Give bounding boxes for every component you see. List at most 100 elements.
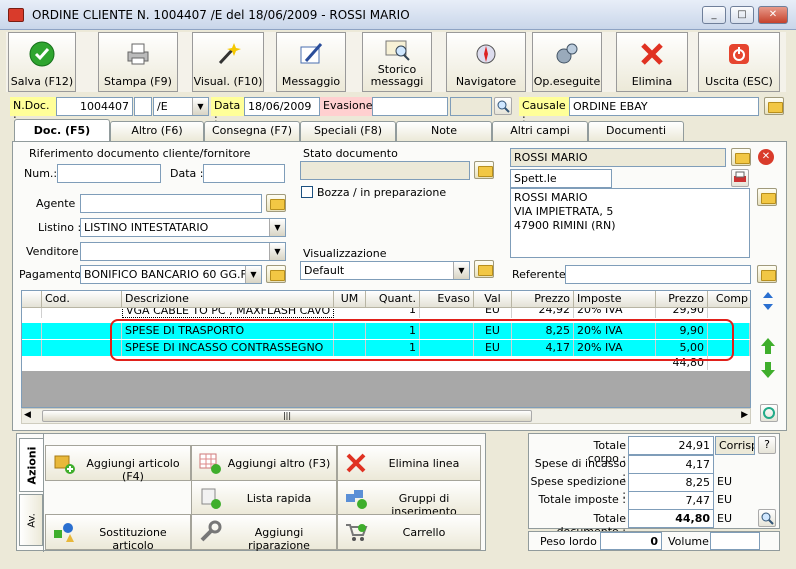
tab-altro[interactable]: Altro (F6) <box>110 121 204 141</box>
grid-header-comp[interactable]: Comp <box>708 291 750 308</box>
cart-button[interactable]: Carrello <box>337 514 481 550</box>
red-x-icon <box>346 453 366 473</box>
ndoc-extra-field[interactable] <box>134 97 152 116</box>
zoom-totals-button[interactable] <box>758 509 776 527</box>
evasione-field[interactable] <box>372 97 448 116</box>
client-clear-icon[interactable]: ✕ <box>758 149 774 165</box>
evasione-extra-field[interactable] <box>450 97 492 116</box>
grid-header-prezzo-ivato[interactable]: Prezzo <box>656 291 708 308</box>
window-title: ORDINE CLIENTE N. 1004407 /E del 18/06/2… <box>32 8 410 22</box>
insertion-groups-button[interactable]: Gruppi di inserimento <box>337 480 481 518</box>
peso-lordo-field[interactable]: 0 <box>600 532 662 550</box>
stato-folder-button[interactable] <box>474 161 494 179</box>
side-tab-av[interactable]: Av. <box>19 494 43 546</box>
grid-header-prezzo[interactable]: Prezzo <box>512 291 574 308</box>
pagamento-folder-button[interactable] <box>266 265 286 283</box>
scroll-thumb[interactable]: ||| <box>42 410 532 422</box>
referente-folder-button[interactable] <box>757 265 777 283</box>
side-tab-azioni[interactable]: Azioni <box>19 438 43 492</box>
grid-header-val[interactable]: Val <box>474 291 512 308</box>
data-label: Data : <box>211 97 244 125</box>
message-button[interactable]: Messaggio <box>276 32 346 92</box>
quick-list-button[interactable]: Lista rapida <box>191 480 337 516</box>
date-field[interactable]: 18/06/2009 <box>244 97 320 116</box>
visualizzazione-folder-button[interactable] <box>474 260 494 278</box>
chevron-down-icon: ▼ <box>269 219 285 236</box>
venditore-select[interactable]: ▼ <box>80 242 286 261</box>
grid-header-evaso[interactable]: Evaso <box>420 291 474 308</box>
delete-line-button[interactable]: Elimina linea <box>337 445 481 481</box>
print-address-button[interactable] <box>731 169 749 187</box>
maximize-button[interactable]: □ <box>730 6 754 24</box>
referente-label: Referente <box>512 268 566 281</box>
help-button[interactable]: ? <box>758 436 776 454</box>
move-up-button[interactable] <box>760 337 778 355</box>
save-button[interactable]: Salva (F12) <box>8 32 76 92</box>
spese-spedizione-field[interactable]: 8,25 <box>628 473 714 492</box>
client-folder-button[interactable] <box>731 148 751 166</box>
tab-consegna[interactable]: Consegna (F7) <box>204 121 300 141</box>
grid-header-quant[interactable]: Quant. <box>366 291 420 308</box>
title-bar: ORDINE CLIENTE N. 1004407 /E del 18/06/2… <box>0 0 796 30</box>
minimize-button[interactable]: _ <box>702 6 726 24</box>
spese-incasso-field[interactable]: 4,17 <box>628 455 714 474</box>
scroll-right-icon[interactable]: ▶ <box>741 410 748 420</box>
agente-folder-button[interactable] <box>266 194 286 212</box>
client-name-field[interactable]: ROSSI MARIO <box>510 148 726 167</box>
series-select[interactable]: /E ▼ <box>153 97 209 116</box>
referente-field[interactable] <box>565 265 751 284</box>
horizontal-scrollbar[interactable]: ◀ ||| ▶ <box>21 408 751 424</box>
address-folder-button[interactable] <box>757 188 777 206</box>
listino-select[interactable]: LISTINO INTESTATARIO ▼ <box>80 218 286 237</box>
evasione-label: Evasione: <box>320 97 376 116</box>
scroll-left-icon[interactable]: ◀ <box>24 410 31 420</box>
causale-field[interactable]: ORDINE EBAY <box>569 97 759 116</box>
visualizzazione-select[interactable]: Default ▼ <box>300 261 470 280</box>
operations-button[interactable]: Op.eseguite <box>532 32 602 92</box>
stato-field[interactable] <box>300 161 470 180</box>
totale-corpo-field[interactable]: 24,91 <box>628 436 714 455</box>
grid-header-um[interactable]: UM <box>334 291 366 308</box>
listino-label: Listino : <box>38 221 82 234</box>
pagamento-select[interactable]: BONIFICO BANCARIO 60 GG.FM ▼ <box>80 265 262 284</box>
add-repair-button[interactable]: Aggiungi riparazione <box>191 514 337 552</box>
wrench-icon <box>200 520 222 542</box>
tab-documenti[interactable]: Documenti <box>588 121 684 141</box>
totale-documento-field[interactable]: 44,80 <box>628 509 714 528</box>
tab-speciali[interactable]: Speciali (F8) <box>300 121 396 141</box>
zoom-icon <box>761 512 774 525</box>
print-button[interactable]: Stampa (F9) <box>98 32 178 92</box>
close-window-button[interactable]: ✕ <box>758 6 788 24</box>
grid-header-descrizione[interactable]: Descrizione <box>122 291 334 308</box>
exit-button[interactable]: Uscita (ESC) <box>698 32 780 92</box>
totale-imposte-field[interactable]: 7,47 <box>628 491 714 510</box>
spett-field[interactable]: Spett.le <box>510 169 612 188</box>
refresh-button[interactable] <box>760 404 778 422</box>
num-field[interactable] <box>57 164 161 183</box>
volume-field[interactable] <box>710 532 760 550</box>
bozza-checkbox[interactable] <box>301 186 313 198</box>
visual-button[interactable]: Visual. (F10) <box>192 32 264 92</box>
tab-doc[interactable]: Doc. (F5) <box>14 119 110 142</box>
zoom-button[interactable] <box>494 97 512 115</box>
replace-article-button[interactable]: Sostituzione articolo <box>45 514 191 552</box>
agente-field[interactable] <box>80 194 262 213</box>
ndoc-field[interactable]: 1004407 <box>56 97 133 116</box>
highlight-annotation <box>110 319 734 361</box>
tab-note[interactable]: Note <box>396 121 492 141</box>
address-box[interactable]: ROSSI MARIO VIA IMPIETRATA, 5 47900 RIMI… <box>510 188 750 258</box>
table-row[interactable]: VGA CABLE TO PC , MAXFLASH CAVO 1 EU 24,… <box>22 308 750 318</box>
move-updown-button[interactable] <box>760 291 778 310</box>
navigator-button[interactable]: Navigatore <box>446 32 526 92</box>
tab-altri-campi[interactable]: Altri campi <box>492 121 588 141</box>
add-article-button[interactable]: Aggiungi articolo (F4) <box>45 445 191 483</box>
grid-header-imposte[interactable]: Imposte <box>574 291 656 308</box>
history-messages-button[interactable]: Storico messaggi <box>362 32 432 92</box>
rif-date-field[interactable] <box>203 164 285 183</box>
causale-folder-button[interactable] <box>764 97 784 115</box>
delete-button[interactable]: Elimina <box>616 32 688 92</box>
grid-header-cod[interactable]: Cod. <box>42 291 122 308</box>
add-other-button[interactable]: Aggiungi altro (F3) <box>191 445 337 481</box>
move-down-button[interactable] <box>760 361 778 379</box>
corrisp-field[interactable]: Corrisp. <box>715 436 755 455</box>
